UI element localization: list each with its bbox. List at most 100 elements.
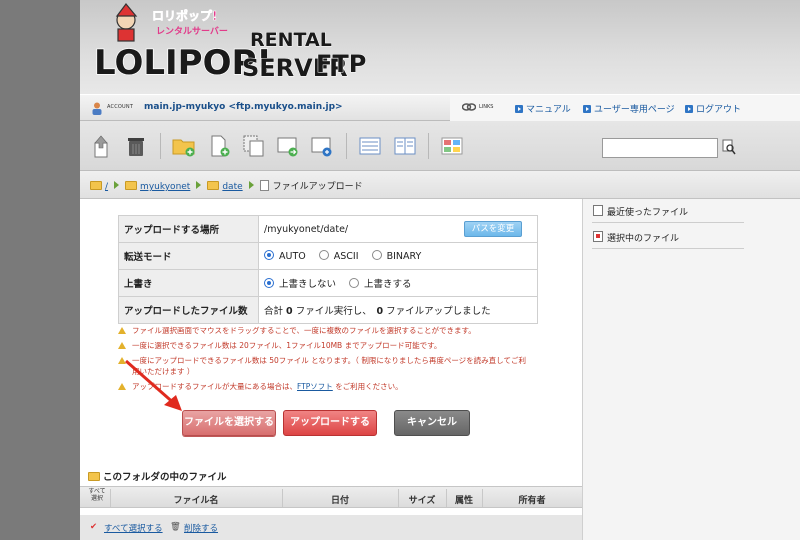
search-input[interactable]	[602, 138, 718, 158]
radio-auto[interactable]: AUTO	[264, 250, 306, 262]
note-drag-select: ファイル選択画面でマウスをドラッグすることで、一度に複数のファイルを選択すること…	[118, 325, 476, 336]
radio-icon	[318, 250, 329, 260]
thumbnail-view-icon[interactable]	[440, 134, 464, 158]
select-files-button[interactable]: ファイルを選択する	[182, 410, 276, 436]
column-filename[interactable]: ファイル名	[110, 493, 282, 506]
folder-icon	[207, 181, 220, 190]
links-bar: LINKS マニュアル ユーザー専用ページ ログアウト	[450, 95, 800, 121]
transfer-mode-options: AUTO ASCII BINARY	[258, 242, 538, 270]
folder-icon	[125, 181, 138, 190]
transfer-mode-label: 転送モード	[118, 242, 259, 270]
uploaded-count: 0	[376, 306, 384, 317]
radio-overwrite[interactable]: 上書きする	[349, 278, 412, 290]
file-icon	[259, 180, 269, 191]
play-icon	[515, 105, 523, 113]
warning-icon	[118, 342, 126, 349]
cancel-button[interactable]: キャンセル	[394, 410, 470, 436]
move-icon[interactable]	[276, 134, 300, 158]
account-icon	[92, 102, 102, 115]
column-date[interactable]: 日付	[282, 493, 398, 506]
file-icon	[593, 205, 603, 216]
file-selected-icon	[593, 231, 603, 242]
copy-icon[interactable]	[242, 134, 266, 158]
ftp-window: ロリポップ! レンタルサーバー LOLIPOP! RENTAL SERVER F…	[80, 0, 800, 540]
sidebar-item-selected-files[interactable]: 選択中のファイル	[592, 225, 744, 249]
logo-character-icon	[115, 3, 138, 42]
new-file-icon[interactable]	[208, 134, 232, 158]
upload-icon[interactable]	[90, 134, 114, 158]
check-icon: ✔	[90, 522, 98, 532]
breadcrumb-date[interactable]: date	[222, 182, 242, 192]
link-user-page[interactable]: ユーザー専用ページ	[583, 102, 675, 115]
breadcrumb-current: ファイルアップロード	[272, 182, 363, 192]
trash-small-icon: 🗑	[170, 522, 181, 532]
radio-selected-icon	[264, 250, 274, 260]
ftp-software-link[interactable]: FTPソフト	[297, 382, 333, 391]
upload-location-label: アップロードする場所	[118, 215, 259, 243]
toolbar	[80, 121, 800, 171]
folder-open-icon	[88, 472, 100, 481]
delete-link[interactable]: 削除する	[184, 522, 218, 534]
column-owner[interactable]: 所有者	[482, 493, 582, 506]
column-attributes[interactable]: 属性	[446, 493, 482, 506]
trash-icon[interactable]	[124, 134, 148, 158]
logo-top-text: ロリポップ!	[152, 8, 217, 23]
radio-selected-icon	[264, 278, 274, 288]
logo-ftp-text: FTP	[316, 50, 366, 78]
archive-icon[interactable]	[310, 134, 334, 158]
radio-icon	[371, 250, 382, 260]
detail-view-icon[interactable]	[393, 134, 417, 158]
logo-rental-text: RENTAL	[250, 29, 332, 51]
list-view-icon[interactable]	[358, 134, 382, 158]
play-icon	[583, 105, 591, 113]
file-list-footer: ✔ すべて選択する 🗑 削除する	[80, 515, 582, 540]
overwrite-label: 上書き	[118, 269, 259, 297]
uploaded-count-value: 合計 0 ファイル実行し、 0 ファイルアップしました	[258, 296, 538, 324]
sidebar-item-recent-files[interactable]: 最近使ったファイル	[592, 199, 744, 223]
breadcrumb-root[interactable]: /	[105, 182, 108, 192]
note-file-limit: 一度に選択できるファイル数は 20ファイル、1ファイル10MB までアップロード…	[118, 340, 441, 351]
toolbar-separator	[160, 133, 161, 159]
sidebar: 最近使ったファイル 選択中のファイル	[582, 199, 800, 540]
file-list-header: すべて選択 ファイル名 日付 サイズ 属性 所有者	[80, 486, 582, 508]
toolbar-separator	[428, 133, 429, 159]
breadcrumb-myukyonet[interactable]: myukyonet	[140, 182, 190, 192]
account-label: ACCOUNT	[107, 104, 134, 110]
account-bar: ACCOUNT main.jp-myukyo <ftp.myukyo.main.…	[80, 94, 800, 121]
arrow-right-icon	[196, 181, 202, 189]
lolipop-ftp-logo[interactable]: ロリポップ! レンタルサーバー LOLIPOP! RENTAL SERVER F…	[90, 2, 370, 94]
upload-button[interactable]: アップロードする	[283, 410, 377, 436]
links-icon	[462, 103, 476, 111]
account-value: main.jp-myukyo <ftp.myukyo.main.jp>	[144, 102, 343, 112]
link-manual[interactable]: マニュアル	[515, 102, 571, 115]
breadcrumb: / myukyonet date ファイルアップロード	[80, 171, 800, 199]
upload-panel: アップロードする場所 /myukyonet/date/ 転送モード AUTO A…	[80, 199, 582, 540]
breadcrumb-path: / myukyonet date ファイルアップロード	[90, 179, 363, 192]
links-label: LINKS	[479, 104, 494, 110]
link-logout[interactable]: ログアウト	[685, 102, 741, 115]
select-all-link[interactable]: すべて選択する	[104, 522, 163, 534]
folder-icon	[90, 181, 102, 190]
uploaded-count-label: アップロードしたファイル数	[118, 296, 259, 324]
toolbar-separator	[346, 133, 347, 159]
change-path-button[interactable]: パスを変更	[464, 221, 522, 237]
radio-no-overwrite[interactable]: 上書きしない	[264, 278, 336, 290]
overwrite-options: 上書きしない 上書きする	[258, 269, 538, 297]
column-size[interactable]: サイズ	[398, 493, 446, 506]
arrow-right-icon	[248, 181, 254, 189]
upload-location-value: /myukyonet/date/	[264, 223, 349, 235]
play-icon	[685, 105, 693, 113]
executed-count: 0	[286, 306, 293, 317]
new-folder-icon[interactable]	[172, 134, 196, 158]
radio-icon	[349, 278, 360, 288]
select-all-header[interactable]: すべて選択	[86, 488, 108, 502]
file-list-title: このフォルダの中のファイル	[88, 469, 227, 483]
site-header: ロリポップ! レンタルサーバー LOLIPOP! RENTAL SERVER F…	[80, 0, 800, 94]
logo-small-text: レンタルサーバー	[156, 25, 228, 37]
radio-binary[interactable]: BINARY	[371, 250, 421, 262]
radio-ascii[interactable]: ASCII	[318, 250, 359, 262]
red-arrow-annotation	[125, 359, 182, 411]
arrow-right-icon	[114, 181, 120, 189]
warning-icon	[118, 327, 126, 334]
search-icon[interactable]	[722, 139, 736, 155]
